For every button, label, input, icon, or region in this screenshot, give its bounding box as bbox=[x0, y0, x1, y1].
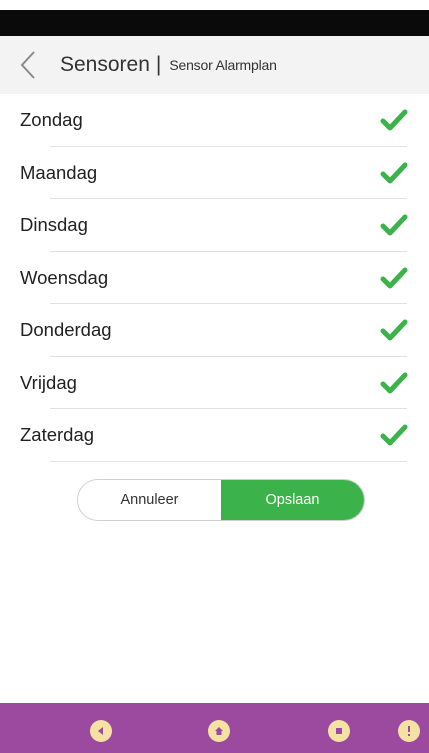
info-icon[interactable] bbox=[398, 720, 420, 742]
day-label: Zondag bbox=[20, 109, 83, 131]
day-row-wednesday[interactable]: Woensdag bbox=[0, 252, 429, 305]
checkmark-icon[interactable] bbox=[379, 315, 409, 345]
checkmark-icon[interactable] bbox=[379, 210, 409, 240]
checkmark-icon[interactable] bbox=[379, 368, 409, 398]
recents-icon[interactable] bbox=[328, 720, 350, 742]
day-list: Zondag Maandag Dinsdag Woensdag Donderda… bbox=[0, 94, 429, 462]
home-icon[interactable] bbox=[208, 720, 230, 742]
title-separator: | bbox=[155, 53, 162, 76]
back-button[interactable] bbox=[0, 36, 56, 94]
action-buttons: Annuleer Opslaan bbox=[77, 479, 365, 521]
page-subtitle: Sensor Alarmplan bbox=[169, 57, 277, 73]
cancel-button[interactable]: Annuleer bbox=[78, 480, 221, 520]
app-screen: Sensoren | Sensor Alarmplan Zondag Maand… bbox=[0, 0, 429, 753]
day-label: Donderdag bbox=[20, 319, 112, 341]
checkmark-icon[interactable] bbox=[379, 420, 409, 450]
day-label: Dinsdag bbox=[20, 214, 88, 236]
day-row-friday[interactable]: Vrijdag bbox=[0, 357, 429, 410]
navigation-bar bbox=[0, 703, 429, 753]
day-label: Vrijdag bbox=[20, 371, 77, 393]
checkmark-icon[interactable] bbox=[379, 263, 409, 293]
chevron-left-icon bbox=[20, 51, 35, 79]
day-label: Woensdag bbox=[20, 266, 109, 288]
checkmark-icon[interactable] bbox=[379, 158, 409, 188]
day-row-tuesday[interactable]: Dinsdag bbox=[0, 199, 429, 252]
status-bar bbox=[0, 10, 429, 36]
day-label: Maandag bbox=[20, 161, 98, 183]
day-row-sunday[interactable]: Zondag bbox=[0, 94, 429, 147]
save-button[interactable]: Opslaan bbox=[221, 480, 364, 520]
day-row-thursday[interactable]: Donderdag bbox=[0, 304, 429, 357]
checkmark-icon[interactable] bbox=[379, 105, 409, 135]
day-row-monday[interactable]: Maandag bbox=[0, 147, 429, 200]
day-row-saturday[interactable]: Zaterdag bbox=[0, 409, 429, 462]
day-label: Zaterdag bbox=[20, 424, 95, 446]
back-icon[interactable] bbox=[90, 720, 112, 742]
header-bar: Sensoren | Sensor Alarmplan bbox=[0, 36, 429, 94]
page-title: Sensoren bbox=[60, 53, 150, 76]
